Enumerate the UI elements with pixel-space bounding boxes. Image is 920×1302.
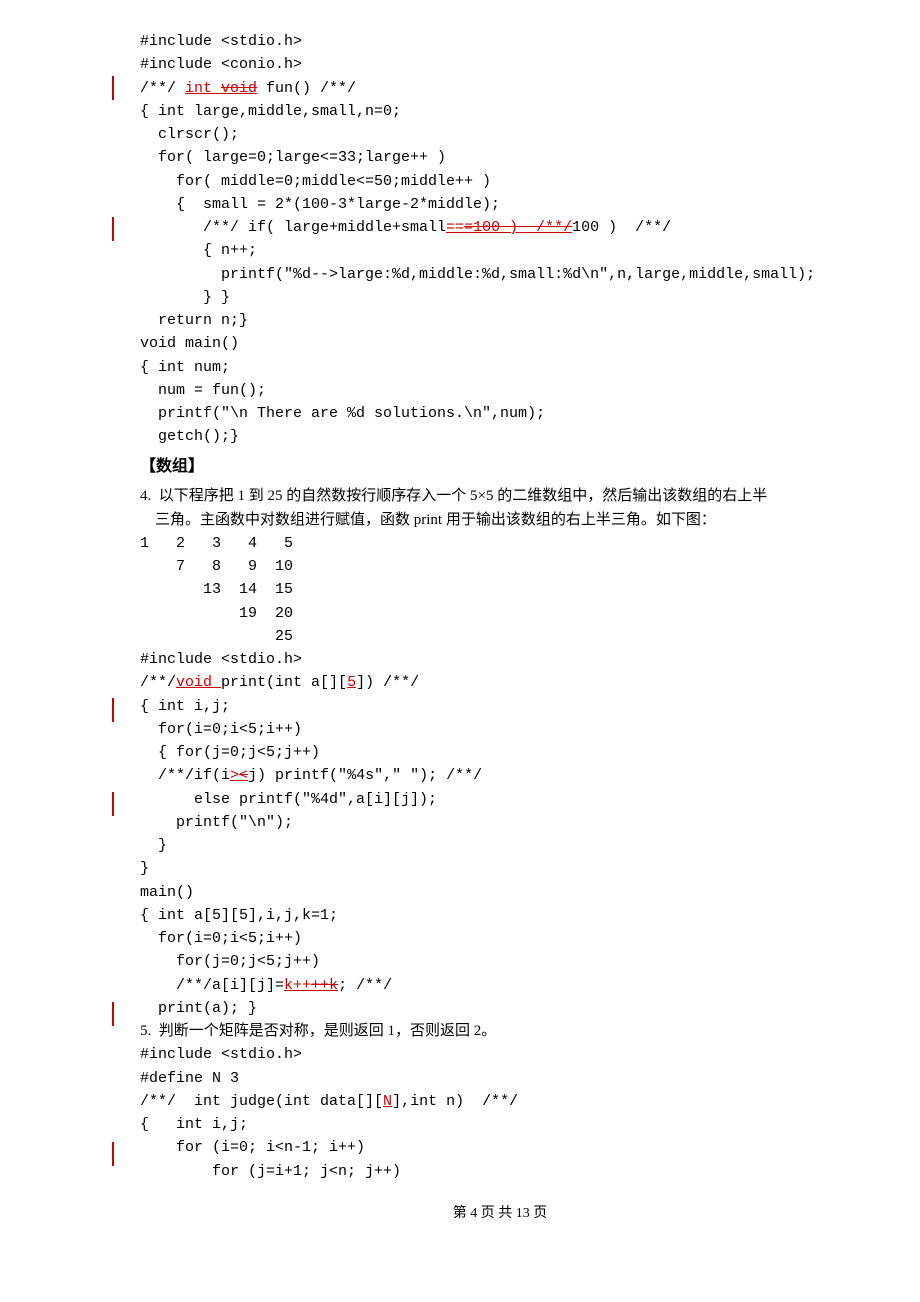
text: print(int a[][ xyxy=(221,674,347,691)
code-line: clrscr(); xyxy=(140,123,860,146)
code-line: for(j=0;j<5;j++) xyxy=(140,950,860,973)
code-line: { int large,middle,small,n=0; xyxy=(140,100,860,123)
code-line: { int i,j; xyxy=(140,1113,860,1136)
text: /**/if(i xyxy=(140,767,230,784)
document-page: #include <stdio.h> #include <conio.h> /*… xyxy=(0,0,920,1254)
code-line: for(i=0;i<5;i++) xyxy=(140,718,860,741)
code-line: } xyxy=(140,857,860,880)
content-area: #include <stdio.h> #include <conio.h> /*… xyxy=(140,30,860,1224)
code-line: { small = 2*(100-3*large-2*middle); xyxy=(140,193,860,216)
text: /**/ xyxy=(140,674,176,691)
code-line: return n;} xyxy=(140,309,860,332)
code-line: } xyxy=(140,834,860,857)
strike-text: void xyxy=(221,80,257,97)
code-line: #include <stdio.h> xyxy=(140,1043,860,1066)
code-line: else printf("%4d",a[i][j]); xyxy=(140,788,860,811)
text: ],int n) /**/ xyxy=(392,1093,518,1110)
problem-text: 5. 判断一个矩阵是否对称，是则返回 1，否则返回 2。 xyxy=(140,1020,860,1043)
code-line: { int a[5][5],i,j,k=1; xyxy=(140,904,860,927)
revision-bar xyxy=(112,1142,114,1166)
code-line: num = fun(); xyxy=(140,379,860,402)
code-line: #include <stdio.h> xyxy=(140,648,860,671)
code-line: /**/void print(int a[][5]) /**/ xyxy=(140,671,860,694)
code-line: /**/ int judge(int data[][N],int n) /**/ xyxy=(140,1090,860,1113)
code-line: /**/if(i><j) printf("%4s"," "); /**/ xyxy=(140,764,860,787)
code-line: { for(j=0;j<5;j++) xyxy=(140,741,860,764)
triangle-row: 1 2 3 4 5 xyxy=(140,532,860,555)
code-line: printf("\n There are %d solutions.\n",nu… xyxy=(140,402,860,425)
problem-text: 4. 以下程序把 1 到 25 的自然数按行顺序存入一个 5×5 的二维数组中，… xyxy=(140,485,860,508)
text: /**/a[i][j]= xyxy=(140,977,284,994)
revision-bar xyxy=(112,792,114,816)
code-line: #include <conio.h> xyxy=(140,53,860,76)
section-heading: 【数组】 xyxy=(140,455,860,480)
code-line: void main() xyxy=(140,332,860,355)
code-line: { int num; xyxy=(140,356,860,379)
code-line: printf("\n"); xyxy=(140,811,860,834)
code-line: for (j=i+1; j<n; j++) xyxy=(140,1160,860,1183)
code-line: main() xyxy=(140,881,860,904)
code-line: #include <stdio.h> xyxy=(140,30,860,53)
text: fun() /**/ xyxy=(257,80,356,97)
code-line: getch();} xyxy=(140,425,860,448)
code-line: for (i=0; i<n-1; i++) xyxy=(140,1136,860,1159)
correction-text: == xyxy=(446,219,464,236)
strike-text: < xyxy=(239,767,248,784)
text: ]) /**/ xyxy=(356,674,419,691)
revision-bar xyxy=(112,1002,114,1026)
strike-text: =100 ) /**/ xyxy=(464,219,572,236)
code-line: /**/a[i][j]=k++++k; /**/ xyxy=(140,974,860,997)
code-line: for( large=0;large<=33;large++ ) xyxy=(140,146,860,169)
text: j) printf("%4s"," "); /**/ xyxy=(248,767,482,784)
triangle-row: 7 8 9 10 xyxy=(140,555,860,578)
strike-text: ++k xyxy=(311,977,338,994)
text: 100 ) /**/ xyxy=(572,219,671,236)
correction-text: > xyxy=(230,767,239,784)
correction-text: void xyxy=(176,674,221,691)
code-line: #define N 3 xyxy=(140,1067,860,1090)
code-line: { n++; xyxy=(140,239,860,262)
code-line: printf("%d-->large:%d,middle:%d,small:%d… xyxy=(140,263,860,286)
triangle-row: 13 14 15 xyxy=(140,578,860,601)
text: /**/ if( large+middle+small xyxy=(140,219,446,236)
correction-text: int xyxy=(185,80,221,97)
text: /**/ int judge(int data[][ xyxy=(140,1093,383,1110)
text: ; /**/ xyxy=(338,977,392,994)
code-line: for(i=0;i<5;i++) xyxy=(140,927,860,950)
page-footer: 第 4 页 共 13 页 xyxy=(140,1203,860,1225)
revision-bar xyxy=(112,76,114,100)
triangle-row: 19 20 xyxy=(140,602,860,625)
code-line: /**/ if( large+middle+small===100 ) /**/… xyxy=(140,216,860,239)
revision-bar xyxy=(112,698,114,722)
correction-text: k++ xyxy=(284,977,311,994)
code-line: /**/ int void fun() /**/ xyxy=(140,77,860,100)
code-line: print(a); } xyxy=(140,997,860,1020)
revision-bar xyxy=(112,217,114,241)
triangle-row: 25 xyxy=(140,625,860,648)
problem-text: 三角。主函数中对数组进行赋值，函数 print 用于输出该数组的右上半三角。如下… xyxy=(140,509,860,532)
correction-text: 5 xyxy=(347,674,356,691)
correction-text: N xyxy=(383,1093,392,1110)
code-line: { int i,j; xyxy=(140,695,860,718)
code-line: for( middle=0;middle<=50;middle++ ) xyxy=(140,170,860,193)
code-line: } } xyxy=(140,286,860,309)
text: /**/ xyxy=(140,80,185,97)
